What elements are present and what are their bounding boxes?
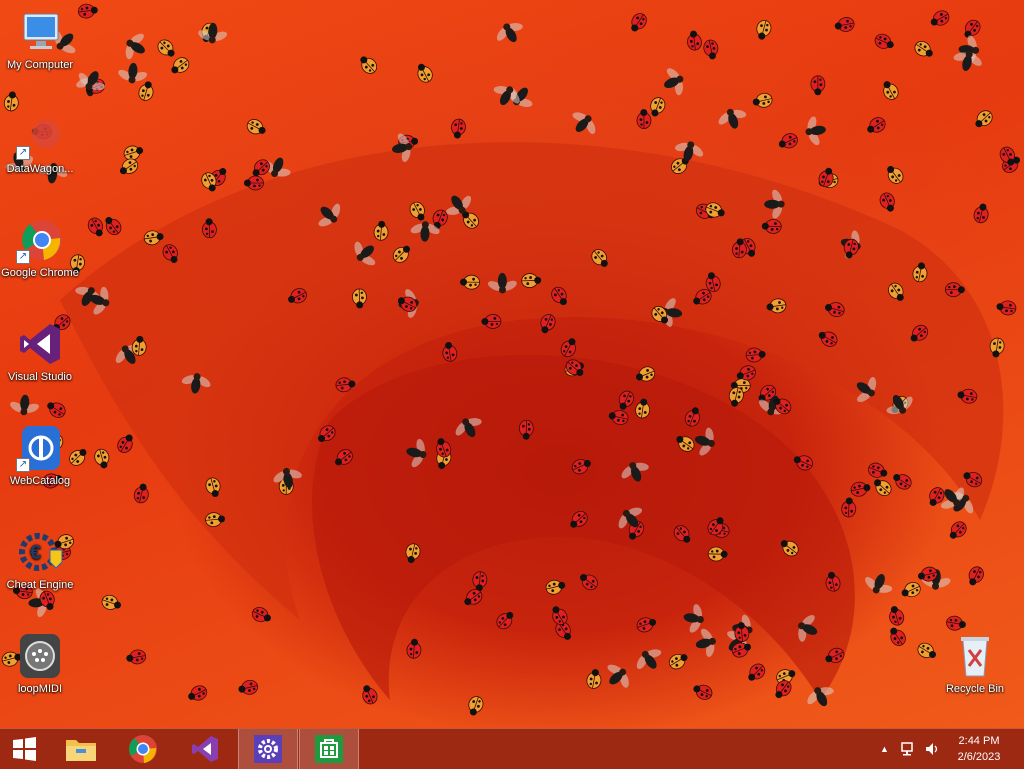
desktop-icon-visual-studio[interactable]: Visual Studio (0, 320, 80, 384)
start-button[interactable] (0, 729, 48, 769)
visual-studio-icon (189, 733, 221, 765)
clock-date: 2/6/2023 (944, 749, 1014, 765)
volume-icon[interactable] (924, 741, 940, 760)
desktop-icon-datawagon[interactable]: ↗ DataWagon... (0, 112, 80, 176)
show-hidden-icons-button[interactable]: ▲ (880, 744, 889, 754)
icon-label: Google Chrome (0, 266, 80, 280)
store-icon (314, 734, 344, 764)
icon-label: loopMIDI (0, 682, 80, 696)
icon-label: Cheat Engine (0, 578, 80, 592)
folder-icon (64, 734, 98, 764)
datawagon-icon: ↗ (16, 112, 64, 160)
loopmidi-icon (16, 632, 64, 680)
icon-label: Recycle Bin (935, 682, 1015, 696)
chrome-icon (127, 733, 159, 765)
taskbar-chrome[interactable] (114, 729, 172, 769)
desktop-wallpaper: My Computer ↗ DataWagon... ↗ Google Chro… (0, 0, 1024, 728)
icon-label: My Computer (0, 58, 80, 72)
shortcut-arrow-icon: ↗ (16, 458, 30, 472)
desktop-icon-my-computer[interactable]: My Computer (0, 8, 80, 72)
taskbar: ▲ 2:44 PM 2/6/2023 (0, 728, 1024, 769)
taskbar-visual-studio[interactable] (176, 729, 234, 769)
desktop-icon-loopmidi[interactable]: loopMIDI (0, 632, 80, 696)
visual-studio-icon (16, 320, 64, 368)
cheat-engine-icon: € (16, 528, 64, 576)
computer-icon (16, 8, 64, 56)
taskbar-file-explorer[interactable] (52, 729, 110, 769)
clock[interactable]: 2:44 PM 2/6/2023 (944, 733, 1014, 765)
desktop-icon-recycle-bin[interactable]: Recycle Bin (935, 632, 1015, 696)
webcatalog-icon: ↗ (16, 424, 64, 472)
gear-icon (253, 734, 283, 764)
shortcut-arrow-icon: ↗ (16, 146, 30, 160)
taskbar-settings[interactable] (238, 729, 298, 769)
taskbar-store[interactable] (299, 729, 359, 769)
chrome-icon: ↗ (16, 216, 64, 264)
wallpaper-swirl (0, 0, 1024, 728)
windows-logo-icon (11, 736, 37, 762)
icon-label: DataWagon... (0, 162, 80, 176)
desktop-icon-google-chrome[interactable]: ↗ Google Chrome (0, 216, 80, 280)
desktop-icon-webcatalog[interactable]: ↗ WebCatalog (0, 424, 80, 488)
desktop-icon-cheat-engine[interactable]: € Cheat Engine (0, 528, 80, 592)
shortcut-arrow-icon: ↗ (16, 250, 30, 264)
icon-label: WebCatalog (0, 474, 80, 488)
system-tray: ▲ 2:44 PM 2/6/2023 (864, 729, 1024, 769)
icon-label: Visual Studio (0, 370, 80, 384)
clock-time: 2:44 PM (944, 733, 1014, 749)
svg-text:€: € (30, 542, 41, 564)
recycle-bin-icon (951, 632, 999, 680)
network-icon[interactable] (900, 741, 916, 760)
